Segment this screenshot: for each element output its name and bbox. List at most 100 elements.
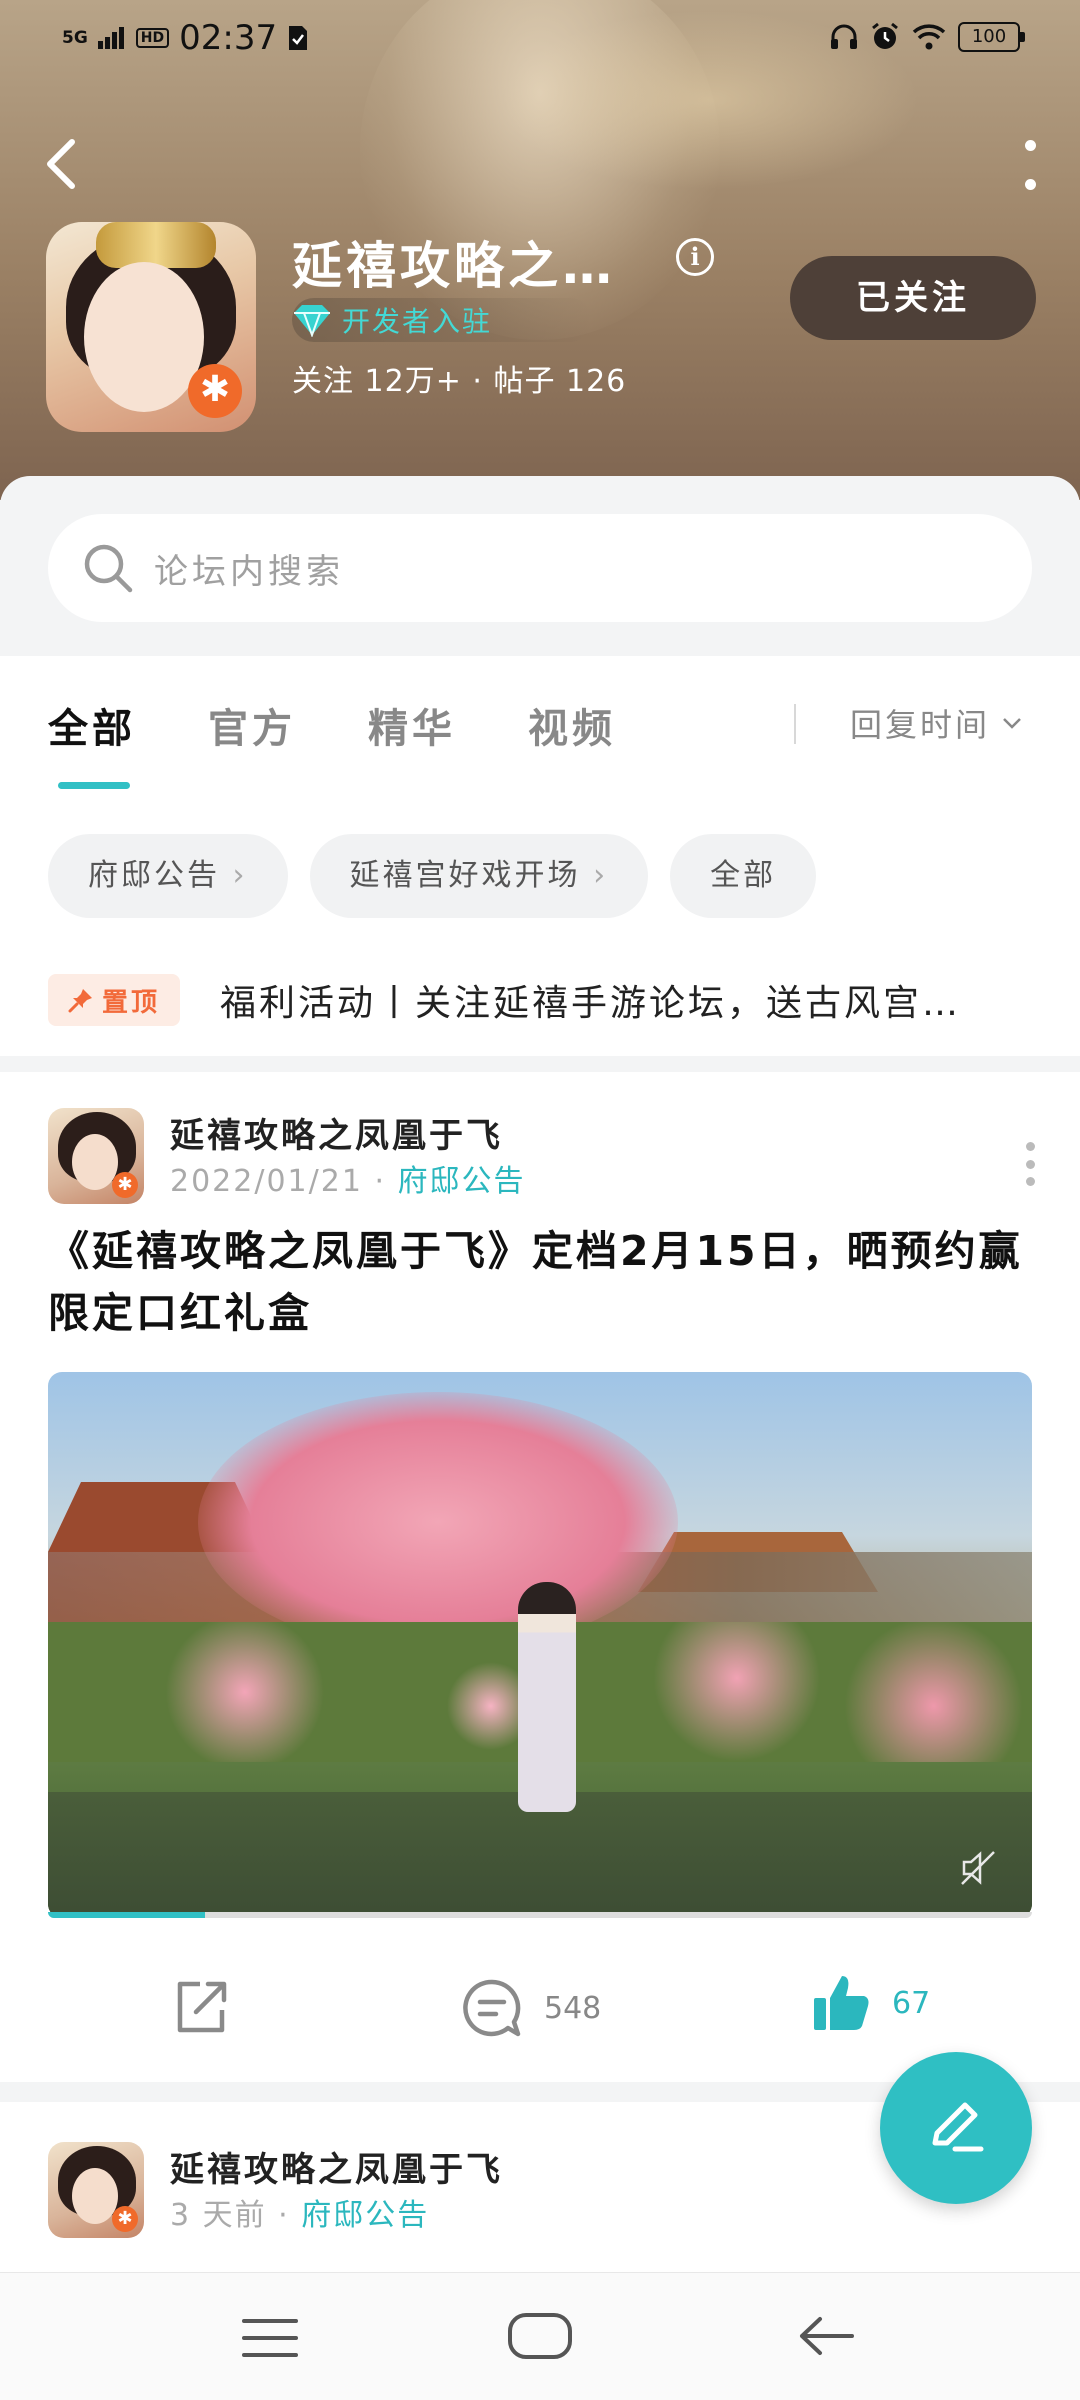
- home-button[interactable]: [508, 2313, 572, 2359]
- tab-all[interactable]: 全部: [48, 696, 136, 754]
- chevron-right-icon: ›: [593, 858, 609, 893]
- pinned-post[interactable]: 置顶 福利活动丨关注延禧手游论坛，送古风宫…: [48, 974, 1048, 1026]
- dot-icon: [1025, 1159, 1035, 1169]
- share-button[interactable]: [170, 1976, 232, 2038]
- chip-all[interactable]: 全部: [670, 834, 817, 918]
- search-icon: [84, 544, 133, 593]
- video-scene-character: [518, 1582, 576, 1812]
- post-category[interactable]: 府邸公告: [398, 1164, 526, 1199]
- alarm-icon: [872, 22, 898, 49]
- chip-label: 延禧宫好戏开场: [349, 858, 581, 893]
- like-button[interactable]: 67: [810, 1972, 930, 2034]
- pinned-tag-label: 置顶: [102, 987, 161, 1018]
- chevron-right-icon: ›: [232, 858, 248, 893]
- chevron-down-icon: [1003, 718, 1021, 729]
- mute-icon[interactable]: [958, 1848, 998, 1888]
- hd-indicator: HD: [135, 28, 170, 48]
- dot-icon: [1025, 1177, 1035, 1186]
- comment-count: 548: [544, 1990, 602, 2026]
- chevron-left-icon: [47, 139, 75, 189]
- category-chips: 府邸公告 › 延禧宫好戏开场 › 全部: [48, 834, 817, 918]
- post-category[interactable]: 府邸公告: [301, 2198, 429, 2233]
- headphones-icon: [831, 24, 857, 49]
- pinned-tag: 置顶: [48, 974, 181, 1026]
- video-scene-tree: [198, 1392, 678, 1652]
- pin-icon: [68, 989, 92, 1013]
- like-count: 67: [892, 1985, 931, 2021]
- menu-line-icon: [242, 2319, 298, 2323]
- avatar-face: [72, 2168, 118, 2224]
- post-date: 2022/01/21: [170, 1164, 363, 1199]
- developer-badge: 开发者入驻: [292, 298, 592, 342]
- info-icon[interactable]: i: [676, 238, 714, 276]
- game-title: 延禧攻略之…: [292, 237, 616, 295]
- system-navigation-bar: [0, 2272, 1080, 2400]
- wifi-icon: [912, 24, 946, 50]
- chip-label: 全部: [710, 858, 777, 893]
- dot-icon: [1024, 140, 1036, 151]
- recent-apps-button[interactable]: [242, 2319, 298, 2357]
- post-video[interactable]: [48, 1372, 1032, 1918]
- thumbs-up-icon: [814, 1976, 869, 2030]
- post-title[interactable]: 《延禧攻略之凤凰于飞》定档2月15日，晒预约赢限定口红礼盒: [48, 1220, 1038, 1344]
- system-back-button[interactable]: [796, 2311, 856, 2361]
- post-author[interactable]: 延禧攻略之凤凰于飞: [170, 1108, 503, 1157]
- post-author[interactable]: 延禧攻略之凤凰于飞: [170, 2142, 503, 2191]
- sort-dropdown[interactable]: 回复时间: [850, 700, 1022, 746]
- tab-featured[interactable]: 精华: [368, 696, 456, 754]
- more-options-button[interactable]: [1020, 140, 1040, 190]
- pen-icon: [932, 2102, 984, 2152]
- developer-badge-label: 开发者入驻: [342, 305, 493, 338]
- forum-content: 全部 官方 精华 视频 回复时间 府邸公告 › 延禧宫好戏开场 › 全部 置顶 …: [0, 656, 1080, 1056]
- video-progress-fill: [48, 1912, 206, 1918]
- signal-icon: [97, 27, 124, 49]
- tab-official[interactable]: 官方: [208, 696, 296, 754]
- compose-post-button[interactable]: [880, 2052, 1032, 2204]
- tab-bar: 全部 官方 精华 视频: [48, 696, 616, 754]
- chip-announcements[interactable]: 府邸公告 ›: [48, 834, 288, 918]
- network-indicator: 5G: [62, 28, 88, 48]
- game-icon-face: [84, 262, 204, 412]
- post-meta: 3 天前 · 府邸公告: [170, 2190, 429, 2234]
- post-actions: 548 67: [0, 1962, 1080, 2052]
- search-input[interactable]: 论坛内搜索: [48, 514, 1032, 622]
- battery-indicator: 100: [958, 22, 1025, 52]
- dot-icon: [1025, 1142, 1035, 1151]
- post-card[interactable]: ✱ 延禧攻略之凤凰于飞 2022/01/21 · 府邸公告 《延禧攻略之凤凰于飞…: [0, 1072, 1080, 2082]
- avatar-face: [72, 1134, 118, 1190]
- follow-button[interactable]: 已关注: [790, 256, 1036, 340]
- video-progress-bar[interactable]: [48, 1912, 1032, 1918]
- brand-badge-icon: ✱: [188, 364, 242, 418]
- menu-line-icon: [242, 2336, 298, 2340]
- search-panel: 论坛内搜索: [0, 476, 1080, 656]
- avatar[interactable]: ✱: [48, 2142, 144, 2238]
- comment-button[interactable]: 548: [460, 1976, 601, 2040]
- comment-icon: [463, 1979, 521, 2037]
- pinned-post-title: 福利活动丨关注延禧手游论坛，送古风宫…: [220, 983, 962, 1024]
- back-button[interactable]: [42, 136, 92, 196]
- post-date: 3 天前: [170, 2198, 267, 2233]
- avatar[interactable]: ✱: [48, 1108, 144, 1204]
- menu-line-icon: [242, 2353, 298, 2357]
- chip-palace-drama[interactable]: 延禧宫好戏开场 ›: [309, 834, 649, 918]
- forum-stats: 关注 12万+ · 帖子 126: [292, 364, 627, 399]
- divider: [794, 704, 796, 744]
- post-meta: 2022/01/21 · 府邸公告: [170, 1156, 526, 1200]
- tab-video[interactable]: 视频: [528, 696, 616, 754]
- meta-separator: ·: [278, 2198, 290, 2233]
- game-icon[interactable]: ✱: [46, 222, 256, 432]
- dot-icon: [1024, 179, 1036, 190]
- status-bar: 5G HD 02:37 100: [0, 0, 1080, 80]
- active-tab-indicator: [58, 782, 130, 789]
- status-time: 02:37: [179, 18, 278, 58]
- meta-separator: ·: [374, 1164, 387, 1199]
- game-icon-crown: [96, 222, 216, 268]
- brand-badge-icon: ✱: [112, 2206, 138, 2232]
- diamond-icon: [292, 300, 332, 340]
- post-more-button[interactable]: [1024, 1142, 1036, 1186]
- chip-label: 府邸公告: [88, 858, 220, 893]
- search-placeholder: 论坛内搜索: [154, 551, 344, 592]
- sim-icon: [289, 26, 308, 50]
- sort-label: 回复时间: [850, 706, 991, 744]
- brand-badge-icon: ✱: [112, 1172, 138, 1198]
